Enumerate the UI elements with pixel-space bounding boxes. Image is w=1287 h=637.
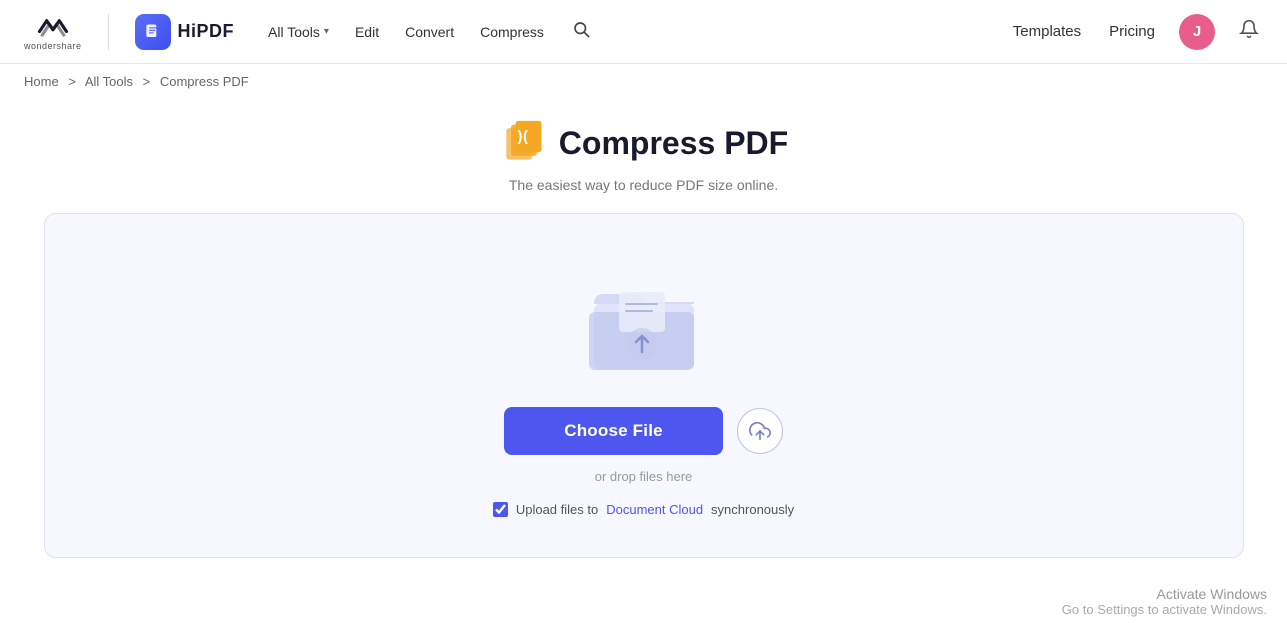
nav-convert[interactable]: Convert: [395, 16, 464, 48]
compress-label: Compress: [480, 24, 544, 40]
upload-cloud-button[interactable]: [737, 408, 783, 454]
breadcrumb-sep1: >: [68, 74, 76, 89]
hipdf-icon-box: [135, 14, 171, 50]
compress-icon-svg: ) (: [499, 119, 547, 167]
upload-label-suffix: synchronously: [711, 502, 794, 517]
breadcrumb: Home > All Tools > Compress PDF: [0, 64, 1287, 99]
upload-checkbox[interactable]: [493, 502, 508, 517]
wondershare-logo[interactable]: wondershare: [24, 13, 82, 51]
nav-edit[interactable]: Edit: [345, 16, 389, 48]
page-subtitle: The easiest way to reduce PDF size onlin…: [509, 177, 778, 193]
breadcrumb-all-tools[interactable]: All Tools: [85, 74, 133, 89]
nav-compress[interactable]: Compress: [470, 16, 554, 48]
logo-area: wondershare HiPDF: [24, 13, 234, 51]
all-tools-chevron-icon: ▾: [324, 26, 329, 37]
choose-file-button[interactable]: Choose File: [504, 407, 723, 455]
all-tools-label: All Tools: [268, 24, 320, 40]
svg-text:(: (: [523, 129, 528, 145]
choose-file-row: Choose File: [504, 407, 783, 455]
header: wondershare HiPDF All Tools ▾ Edit Conve…: [0, 0, 1287, 64]
nav-templates[interactable]: Templates: [1009, 15, 1085, 48]
main-content: ) ( Compress PDF The easiest way to redu…: [0, 99, 1287, 558]
bell-button[interactable]: [1235, 15, 1263, 48]
folder-illustration: [584, 274, 704, 379]
hipdf-badge[interactable]: HiPDF: [135, 14, 235, 50]
document-cloud-link[interactable]: Document Cloud: [606, 502, 703, 517]
windows-watermark-line2: Go to Settings to activate Windows.: [1062, 602, 1267, 617]
breadcrumb-home[interactable]: Home: [24, 74, 59, 89]
header-divider: [108, 14, 109, 50]
windows-watermark: Activate Windows Go to Settings to activ…: [1062, 586, 1267, 617]
cloud-upload-icon: [749, 420, 771, 442]
wondershare-label: wondershare: [24, 41, 82, 51]
page-title: Compress PDF: [559, 125, 788, 162]
edit-label: Edit: [355, 24, 379, 40]
svg-text:): ): [517, 129, 522, 145]
convert-label: Convert: [405, 24, 454, 40]
nav-all-tools[interactable]: All Tools ▾: [258, 16, 339, 48]
hipdf-name: HiPDF: [178, 21, 235, 42]
bell-icon: [1239, 19, 1259, 39]
breadcrumb-sep2: >: [143, 74, 151, 89]
main-nav: All Tools ▾ Edit Convert Compress: [258, 14, 596, 49]
upload-label-prefix: Upload files to: [516, 502, 598, 517]
upload-checkbox-row: Upload files to Document Cloud synchrono…: [493, 502, 794, 517]
compress-pdf-icon: ) (: [499, 119, 547, 167]
upload-container: Choose File or drop files here Upload fi…: [44, 213, 1244, 558]
nav-pricing[interactable]: Pricing: [1105, 15, 1159, 48]
header-right: Templates Pricing J: [1009, 14, 1263, 50]
windows-watermark-line1: Activate Windows: [1062, 586, 1267, 602]
breadcrumb-current: Compress PDF: [160, 74, 249, 89]
search-button[interactable]: [566, 14, 596, 49]
page-title-area: ) ( Compress PDF: [499, 119, 788, 167]
search-icon: [572, 20, 590, 38]
hipdf-icon: [143, 22, 163, 42]
drop-text: or drop files here: [595, 469, 693, 484]
user-avatar[interactable]: J: [1179, 14, 1215, 50]
wondershare-icon: [35, 13, 71, 41]
